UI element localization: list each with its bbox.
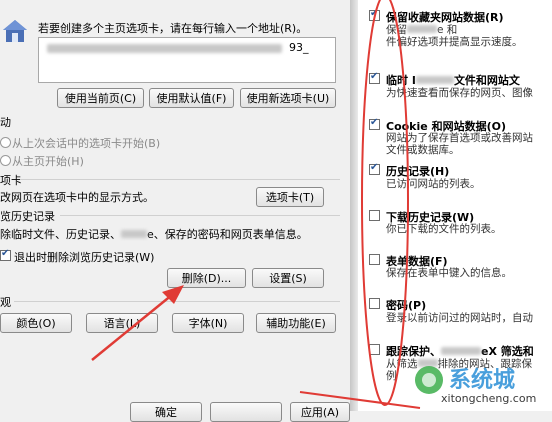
annotation-swoosh	[299, 391, 421, 409]
watermark: 系统城 xitongcheng.com	[405, 358, 552, 411]
watermark-url: xitongcheng.com	[441, 392, 537, 405]
annotation-overlay	[91, 0, 421, 409]
annotation-ellipse	[361, 0, 409, 406]
watermark-brand: 系统城	[449, 368, 516, 393]
annotation-arrow-shaft	[91, 289, 179, 361]
